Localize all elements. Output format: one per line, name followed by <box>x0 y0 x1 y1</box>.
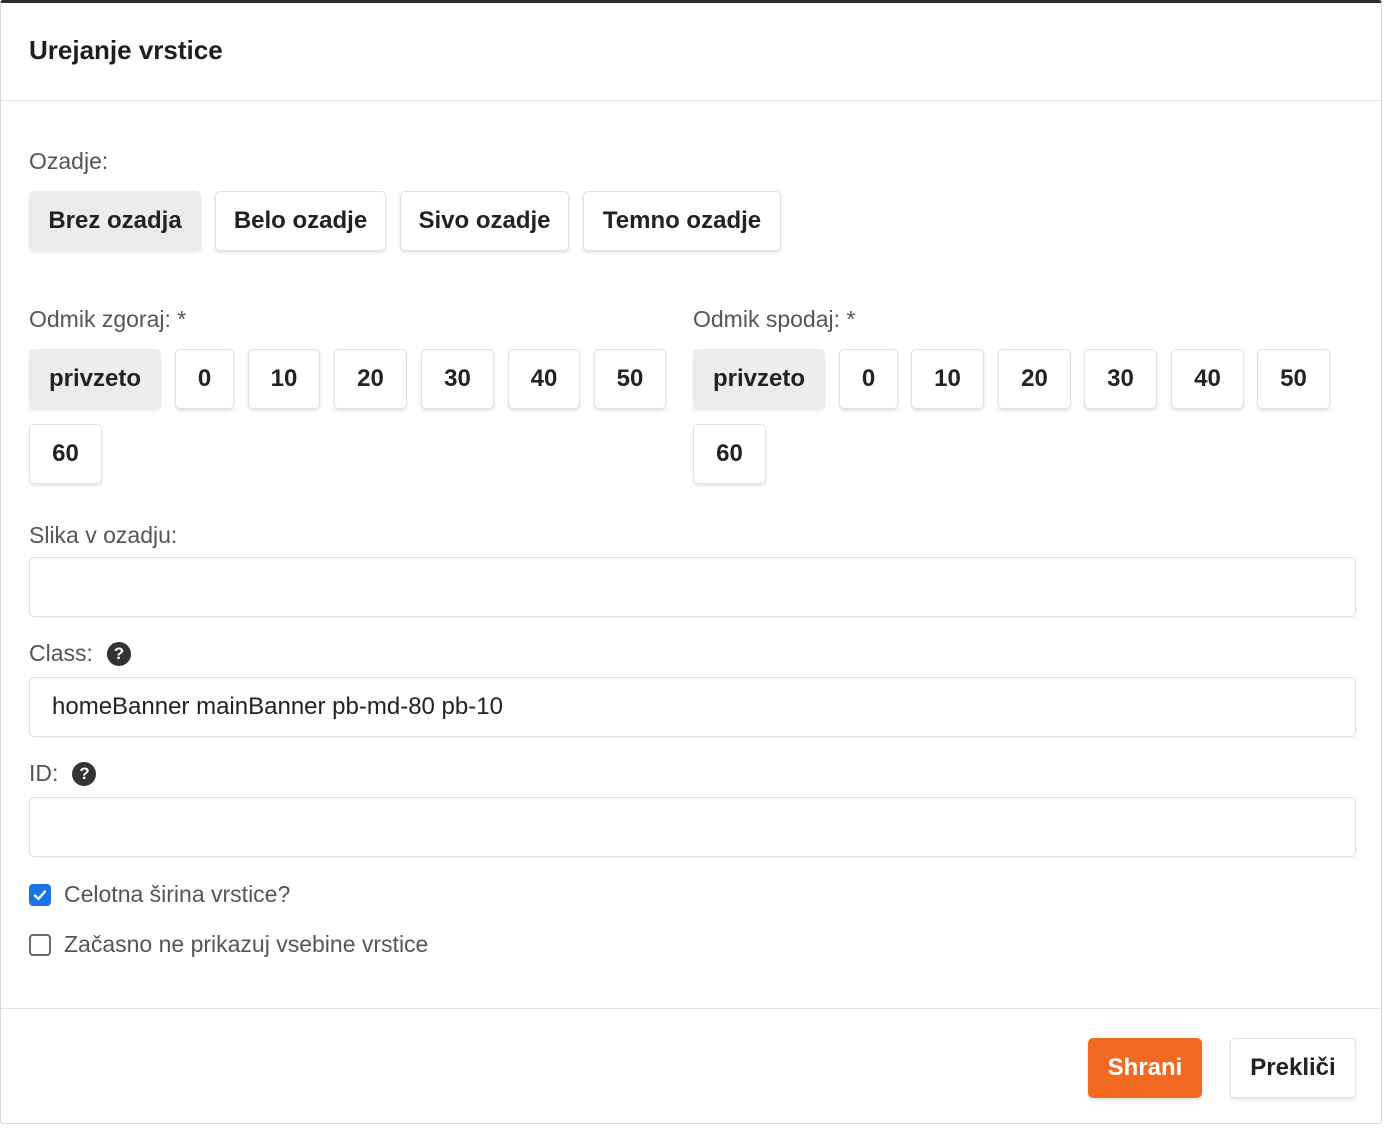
hide-content-checkbox[interactable] <box>29 933 51 956</box>
question-circle-icon[interactable]: ? <box>106 641 131 666</box>
full-width-row: Celotna širina vrstice? <box>29 881 290 908</box>
spacing-bottom-option-default[interactable]: privzeto <box>693 349 825 409</box>
spacing-top-option-10[interactable]: 10 <box>248 349 320 409</box>
spacing-top-option-default[interactable]: privzeto <box>29 349 161 409</box>
class-input[interactable] <box>29 677 1356 737</box>
bg-image-input[interactable] <box>29 557 1356 617</box>
background-option-white[interactable]: Belo ozadje <box>215 191 386 251</box>
save-button[interactable]: Shrani <box>1088 1038 1202 1098</box>
question-circle-icon[interactable]: ? <box>72 761 97 786</box>
spacing-top-option-0[interactable]: 0 <box>175 349 234 409</box>
spacing-bottom-option-10[interactable]: 10 <box>911 349 984 409</box>
checkmark-icon <box>33 889 47 900</box>
spacing-top-option-50[interactable]: 50 <box>594 349 666 409</box>
class-label-row: Class: ? <box>29 640 131 667</box>
spacing-top-label: Odmik zgoraj: * <box>29 306 187 332</box>
spacing-bottom-label: Odmik spodaj: * <box>693 306 856 332</box>
id-label-row: ID: ? <box>29 760 97 787</box>
spacing-bottom-option-40[interactable]: 40 <box>1171 349 1244 409</box>
spacing-top-option-40[interactable]: 40 <box>508 349 580 409</box>
spacing-bottom-option-50[interactable]: 50 <box>1257 349 1330 409</box>
spacing-bottom-option-30[interactable]: 30 <box>1084 349 1157 409</box>
dialog-footer: Shrani Prekliči <box>1 1008 1381 1124</box>
spacing-bottom-option-20[interactable]: 20 <box>998 349 1071 409</box>
spacing-bottom-option-60[interactable]: 60 <box>693 424 766 484</box>
id-input[interactable] <box>29 797 1356 857</box>
spacing-top-option-30[interactable]: 30 <box>421 349 494 409</box>
full-width-checkbox[interactable] <box>29 883 51 906</box>
spacing-top-option-60[interactable]: 60 <box>29 424 102 484</box>
hide-content-row: Začasno ne prikazuj vsebine vrstice <box>29 931 428 958</box>
edit-row-dialog: Urejanje vrstice Ozadje: Brez ozadja Bel… <box>0 0 1382 1124</box>
full-width-label[interactable]: Celotna širina vrstice? <box>64 881 290 908</box>
background-option-dark[interactable]: Temno ozadje <box>583 191 781 251</box>
background-option-gray[interactable]: Sivo ozadje <box>400 191 569 251</box>
spacing-bottom-option-0[interactable]: 0 <box>839 349 898 409</box>
bg-image-label: Slika v ozadju: <box>29 522 178 548</box>
dialog-header: Urejanje vrstice <box>1 3 1381 101</box>
hide-content-label[interactable]: Začasno ne prikazuj vsebine vrstice <box>64 931 428 958</box>
dialog-title: Urejanje vrstice <box>29 35 223 65</box>
background-option-none[interactable]: Brez ozadja <box>29 191 201 251</box>
class-label: Class: <box>29 640 93 666</box>
cancel-button[interactable]: Prekliči <box>1230 1038 1356 1098</box>
id-label: ID: <box>29 760 59 786</box>
spacing-top-option-20[interactable]: 20 <box>334 349 407 409</box>
background-label: Ozadje: <box>29 148 109 174</box>
